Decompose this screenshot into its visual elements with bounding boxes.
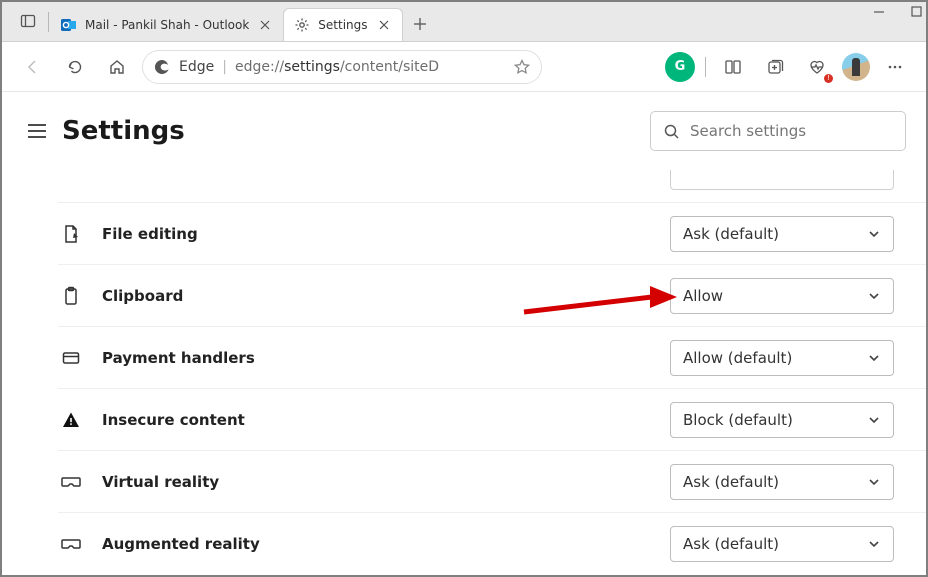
settings-header: Settings — [2, 92, 926, 170]
row-label: Augmented reality — [102, 535, 260, 553]
health-icon[interactable]: ! — [800, 50, 834, 84]
select-value: Allow (default) — [683, 349, 792, 367]
notification-badge: ! — [824, 74, 833, 83]
vr-headset-icon — [58, 531, 84, 557]
select-value: Ask (default) — [683, 225, 779, 243]
file-edit-icon — [58, 221, 84, 247]
select-value: Allow — [683, 287, 723, 305]
profile-avatar[interactable] — [842, 53, 870, 81]
divider: | — [222, 59, 227, 75]
new-tab-button[interactable] — [403, 7, 437, 41]
select-value: Ask (default) — [683, 535, 779, 553]
chevron-down-icon — [867, 475, 881, 489]
row-label: Insecure content — [102, 411, 245, 429]
payment-icon — [58, 345, 84, 371]
favorite-icon[interactable] — [513, 58, 531, 76]
back-button[interactable] — [16, 50, 50, 84]
permission-row-vr: Virtual reality Ask (default) — [58, 450, 926, 512]
close-icon[interactable] — [376, 17, 392, 33]
refresh-button[interactable] — [58, 50, 92, 84]
tab-title: Mail - Pankil Shah - Outlook — [85, 18, 249, 32]
select-value: Ask (default) — [683, 473, 779, 491]
search-settings[interactable] — [650, 111, 906, 151]
divider — [48, 12, 49, 32]
chevron-down-icon — [867, 227, 881, 241]
permission-select[interactable]: Allow (default) — [670, 340, 894, 376]
address-bar[interactable]: Edge | edge://settings/content/siteD — [142, 50, 542, 84]
row-label: Payment handlers — [102, 349, 255, 367]
permission-select[interactable]: Allow — [670, 278, 894, 314]
permission-select[interactable]: Ask (default) — [670, 526, 894, 562]
tab-strip: Mail - Pankil Shah - Outlook Settings — [2, 2, 437, 41]
minimize-button[interactable] — [873, 6, 885, 18]
vertical-tabs-toggle[interactable] — [10, 1, 46, 41]
permission-row-ar: Augmented reality Ask (default) — [58, 512, 926, 574]
previous-row-select-stub[interactable] — [670, 170, 894, 190]
permission-row-file-editing: File editing Ask (default) — [58, 202, 926, 264]
chevron-down-icon — [867, 289, 881, 303]
chevron-down-icon — [867, 351, 881, 365]
tab-title: Settings — [318, 18, 367, 32]
permission-select[interactable]: Ask (default) — [670, 464, 894, 500]
window-controls — [873, 6, 922, 18]
more-menu-button[interactable] — [878, 50, 912, 84]
permission-row-payment: Payment handlers Allow (default) — [58, 326, 926, 388]
search-input[interactable] — [690, 122, 893, 140]
clipboard-icon — [58, 283, 84, 309]
page-title: Settings — [62, 116, 185, 146]
home-button[interactable] — [100, 50, 134, 84]
edge-label: Edge — [179, 59, 214, 75]
collections-icon[interactable] — [758, 50, 792, 84]
permission-row-insecure: Insecure content Block (default) — [58, 388, 926, 450]
toolbar: Edge | edge://settings/content/siteD G ! — [2, 42, 926, 92]
tab-settings[interactable]: Settings — [283, 8, 402, 41]
permission-row-clipboard: Clipboard Allow — [58, 264, 926, 326]
gear-icon — [294, 17, 310, 33]
row-label: Virtual reality — [102, 473, 219, 491]
outlook-icon — [61, 17, 77, 33]
warning-icon — [58, 407, 84, 433]
chevron-down-icon — [867, 413, 881, 427]
permission-select[interactable]: Ask (default) — [670, 216, 894, 252]
search-icon — [663, 123, 680, 140]
url-text: edge://settings/content/siteD — [235, 59, 439, 75]
vr-headset-icon — [58, 469, 84, 495]
divider — [705, 57, 706, 77]
tab-outlook[interactable]: Mail - Pankil Shah - Outlook — [51, 8, 283, 41]
titlebar: Mail - Pankil Shah - Outlook Settings — [2, 2, 926, 42]
maximize-button[interactable] — [911, 6, 922, 18]
close-icon[interactable] — [257, 17, 273, 33]
chevron-down-icon — [867, 537, 881, 551]
grammarly-extension-icon[interactable]: G — [665, 52, 695, 82]
permissions-list: File editing Ask (default) Clipboard All… — [2, 170, 926, 574]
split-screen-icon[interactable] — [716, 50, 750, 84]
row-label: Clipboard — [102, 287, 183, 305]
permission-select[interactable]: Block (default) — [670, 402, 894, 438]
select-value: Block (default) — [683, 411, 793, 429]
row-label: File editing — [102, 225, 198, 243]
edge-logo-icon — [153, 58, 171, 76]
menu-button[interactable] — [20, 114, 54, 148]
